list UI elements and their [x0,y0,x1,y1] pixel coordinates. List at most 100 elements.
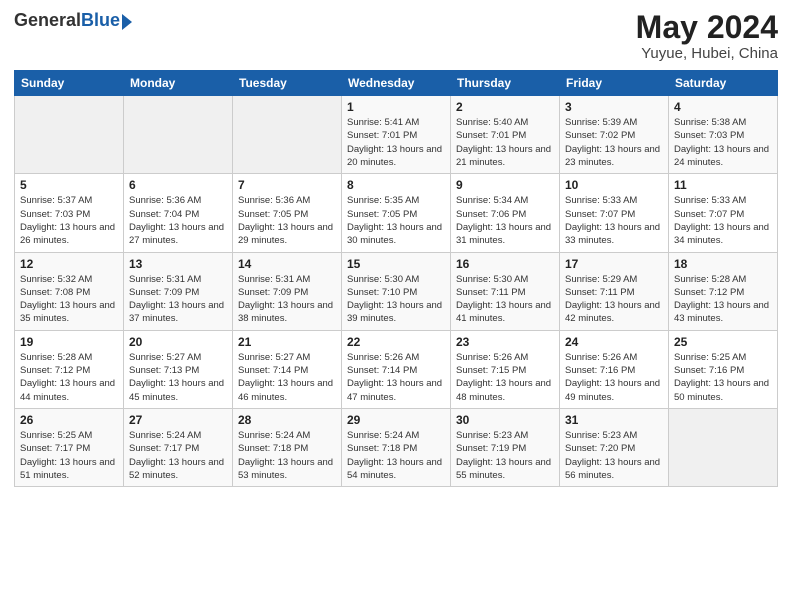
calendar-cell: 14 Sunrise: 5:31 AM Sunset: 7:09 PM Dayli… [233,252,342,330]
day-number: 12 [20,257,118,271]
day-number: 21 [238,335,336,349]
day-number: 18 [674,257,772,271]
calendar-cell: 30 Sunrise: 5:23 AM Sunset: 7:19 PM Dayli… [451,408,560,486]
weekday-header-saturday: Saturday [669,71,778,96]
day-info: Sunrise: 5:30 AM Sunset: 7:11 PM Dayligh… [456,273,554,326]
day-number: 2 [456,100,554,114]
day-info: Sunrise: 5:39 AM Sunset: 7:02 PM Dayligh… [565,116,663,169]
calendar-cell: 21Sunrise: 5:27 AM Sunset: 7:14 PM Dayli… [233,330,342,408]
calendar-cell: 5Sunrise: 5:37 AM Sunset: 7:03 PM Daylig… [15,174,124,252]
day-number: 1 [347,100,445,114]
weekday-header-thursday: Thursday [451,71,560,96]
day-info: Sunrise: 5:25 AM Sunset: 7:17 PM Dayligh… [20,429,118,482]
calendar-cell: 10 Sunrise: 5:33 AM Sunset: 7:07 PM Dayli… [560,174,669,252]
day-info: Sunrise: 5:35 AM Sunset: 7:05 PM Dayligh… [347,194,445,247]
page: General Blue May 2024 Yuyue, Hubei, Chin… [0,0,792,612]
day-number: 10 [565,178,663,192]
calendar-cell [233,96,342,174]
day-number: 28 [238,413,336,427]
day-number: 15 [347,257,445,271]
day-number: 22 [347,335,445,349]
day-number: 9 [456,178,554,192]
day-info: Sunrise: 5:24 AM Sunset: 7:18 PM Dayligh… [238,429,336,482]
day-info: Sunrise: 5:24 AM Sunset: 7:17 PM Dayligh… [129,429,227,482]
day-info: Sunrise: 5:23 AM Sunset: 7:20 PM Dayligh… [565,429,663,482]
week-row-2: 5Sunrise: 5:37 AM Sunset: 7:03 PM Daylig… [15,174,778,252]
header: General Blue May 2024 Yuyue, Hubei, Chin… [14,10,778,62]
day-info: Sunrise: 5:27 AM Sunset: 7:13 PM Dayligh… [129,351,227,404]
calendar-cell: 8 Sunrise: 5:35 AM Sunset: 7:05 PM Daylig… [342,174,451,252]
day-info: Sunrise: 5:30 AM Sunset: 7:10 PM Dayligh… [347,273,445,326]
day-number: 11 [674,178,772,192]
calendar-cell: 3 Sunrise: 5:39 AM Sunset: 7:02 PM Daylig… [560,96,669,174]
day-number: 25 [674,335,772,349]
logo-arrow-icon [122,14,132,30]
day-info: Sunrise: 5:37 AM Sunset: 7:03 PM Dayligh… [20,194,118,247]
calendar-cell: 2Sunrise: 5:40 AM Sunset: 7:01 PM Daylig… [451,96,560,174]
day-info: Sunrise: 5:31 AM Sunset: 7:09 PM Dayligh… [129,273,227,326]
day-number: 6 [129,178,227,192]
weekday-header-friday: Friday [560,71,669,96]
calendar-cell: 17Sunrise: 5:29 AM Sunset: 7:11 PM Dayli… [560,252,669,330]
calendar-cell [124,96,233,174]
day-info: Sunrise: 5:32 AM Sunset: 7:08 PM Dayligh… [20,273,118,326]
day-info: Sunrise: 5:23 AM Sunset: 7:19 PM Dayligh… [456,429,554,482]
day-info: Sunrise: 5:26 AM Sunset: 7:16 PM Dayligh… [565,351,663,404]
day-info: Sunrise: 5:29 AM Sunset: 7:11 PM Dayligh… [565,273,663,326]
calendar-cell: 4Sunrise: 5:38 AM Sunset: 7:03 PM Daylig… [669,96,778,174]
weekday-header-sunday: Sunday [15,71,124,96]
calendar-cell: 22 Sunrise: 5:26 AM Sunset: 7:14 PM Dayli… [342,330,451,408]
day-info: Sunrise: 5:41 AM Sunset: 7:01 PM Dayligh… [347,116,445,169]
day-info: Sunrise: 5:28 AM Sunset: 7:12 PM Dayligh… [20,351,118,404]
calendar-cell: 12 Sunrise: 5:32 AM Sunset: 7:08 PM Dayli… [15,252,124,330]
day-number: 27 [129,413,227,427]
day-info: Sunrise: 5:33 AM Sunset: 7:07 PM Dayligh… [565,194,663,247]
week-row-1: 1 Sunrise: 5:41 AM Sunset: 7:01 PM Daylig… [15,96,778,174]
calendar-cell: 18 Sunrise: 5:28 AM Sunset: 7:12 PM Dayli… [669,252,778,330]
calendar-cell: 7Sunrise: 5:36 AM Sunset: 7:05 PM Daylig… [233,174,342,252]
title-block: May 2024 Yuyue, Hubei, China [636,10,778,62]
day-number: 7 [238,178,336,192]
day-info: Sunrise: 5:28 AM Sunset: 7:12 PM Dayligh… [674,273,772,326]
day-info: Sunrise: 5:36 AM Sunset: 7:04 PM Dayligh… [129,194,227,247]
day-number: 20 [129,335,227,349]
week-row-4: 19Sunrise: 5:28 AM Sunset: 7:12 PM Dayli… [15,330,778,408]
day-info: Sunrise: 5:34 AM Sunset: 7:06 PM Dayligh… [456,194,554,247]
calendar-cell: 31Sunrise: 5:23 AM Sunset: 7:20 PM Dayli… [560,408,669,486]
calendar-cell: 9 Sunrise: 5:34 AM Sunset: 7:06 PM Daylig… [451,174,560,252]
calendar-cell: 20 Sunrise: 5:27 AM Sunset: 7:13 PM Dayli… [124,330,233,408]
calendar-cell: 19Sunrise: 5:28 AM Sunset: 7:12 PM Dayli… [15,330,124,408]
calendar-cell: 28 Sunrise: 5:24 AM Sunset: 7:18 PM Dayli… [233,408,342,486]
day-info: Sunrise: 5:26 AM Sunset: 7:14 PM Dayligh… [347,351,445,404]
day-number: 8 [347,178,445,192]
day-number: 29 [347,413,445,427]
calendar-cell: 16 Sunrise: 5:30 AM Sunset: 7:11 PM Dayli… [451,252,560,330]
logo-blue: Blue [81,10,120,31]
day-number: 26 [20,413,118,427]
day-info: Sunrise: 5:31 AM Sunset: 7:09 PM Dayligh… [238,273,336,326]
weekday-header-monday: Monday [124,71,233,96]
day-number: 24 [565,335,663,349]
calendar-cell: 23Sunrise: 5:26 AM Sunset: 7:15 PM Dayli… [451,330,560,408]
calendar-cell: 1 Sunrise: 5:41 AM Sunset: 7:01 PM Daylig… [342,96,451,174]
day-number: 14 [238,257,336,271]
day-number: 3 [565,100,663,114]
weekday-header-tuesday: Tuesday [233,71,342,96]
day-number: 16 [456,257,554,271]
day-number: 4 [674,100,772,114]
calendar-cell: 27 Sunrise: 5:24 AM Sunset: 7:17 PM Dayli… [124,408,233,486]
calendar-cell: 13 Sunrise: 5:31 AM Sunset: 7:09 PM Dayli… [124,252,233,330]
subtitle: Yuyue, Hubei, China [636,45,778,62]
calendar-cell: 25Sunrise: 5:25 AM Sunset: 7:16 PM Dayli… [669,330,778,408]
weekday-header-row: SundayMondayTuesdayWednesdayThursdayFrid… [15,71,778,96]
calendar-cell: 6 Sunrise: 5:36 AM Sunset: 7:04 PM Daylig… [124,174,233,252]
calendar-cell: 29 Sunrise: 5:24 AM Sunset: 7:18 PM Dayli… [342,408,451,486]
logo-general: General [14,10,81,31]
calendar-cell: 24 Sunrise: 5:26 AM Sunset: 7:16 PM Dayli… [560,330,669,408]
logo-text: General Blue [14,10,132,31]
logo: General Blue [14,10,132,31]
calendar-cell: 11Sunrise: 5:33 AM Sunset: 7:07 PM Dayli… [669,174,778,252]
day-info: Sunrise: 5:24 AM Sunset: 7:18 PM Dayligh… [347,429,445,482]
day-number: 13 [129,257,227,271]
day-number: 30 [456,413,554,427]
